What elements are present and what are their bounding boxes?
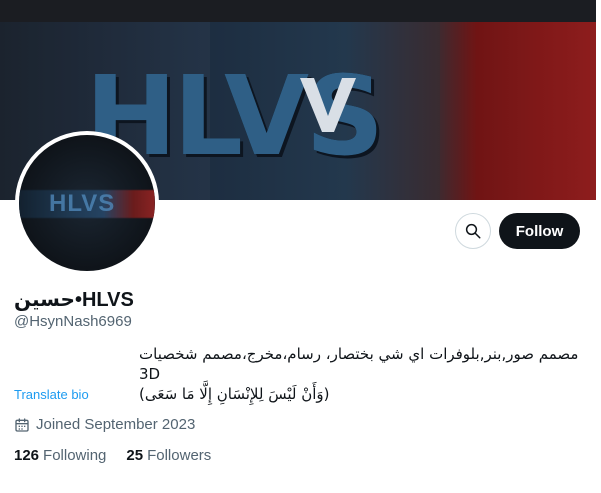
display-name: حسين•HLVS (14, 289, 134, 311)
followers-link[interactable]: 25 Followers (126, 447, 211, 464)
followers-label: Followers (147, 447, 212, 464)
followers-count: 25 (126, 447, 144, 464)
banner-panel-right (440, 22, 596, 200)
profile-bio: مصمم صور,بنر,بلوفرات اي شي بختصار، رسام،… (139, 344, 580, 404)
following-count: 126 (14, 447, 40, 464)
translate-bio-link[interactable]: Translate bio (14, 387, 89, 402)
search-icon (465, 223, 481, 239)
joined-text: Joined September 2023 (36, 416, 196, 433)
search-button[interactable] (455, 213, 491, 249)
joined-date: Joined September 2023 (14, 416, 195, 433)
profile-page: HLVS HLVS Follow حسين•HLVS @HsynNash6969… (0, 0, 601, 493)
banner-v-mark (300, 78, 356, 132)
calendar-icon (15, 417, 29, 432)
following-link[interactable]: 126 Following (14, 447, 106, 464)
profile-stats: 126 Following 25 Followers (14, 447, 211, 464)
avatar-text: HLVS (49, 190, 116, 217)
bio-line-2: (وَأَنْ لَيْسَ لِلإِنْسَانِ إِلَّا مَا س… (139, 385, 330, 403)
profile-handle: @HsynNash6969 (14, 313, 132, 330)
profile-avatar[interactable]: HLVS (15, 131, 159, 275)
bio-line-1: مصمم صور,بنر,بلوفرات اي شي بختصار، رسام،… (139, 345, 579, 383)
following-label: Following (43, 447, 107, 464)
follow-button[interactable]: Follow (499, 213, 580, 249)
